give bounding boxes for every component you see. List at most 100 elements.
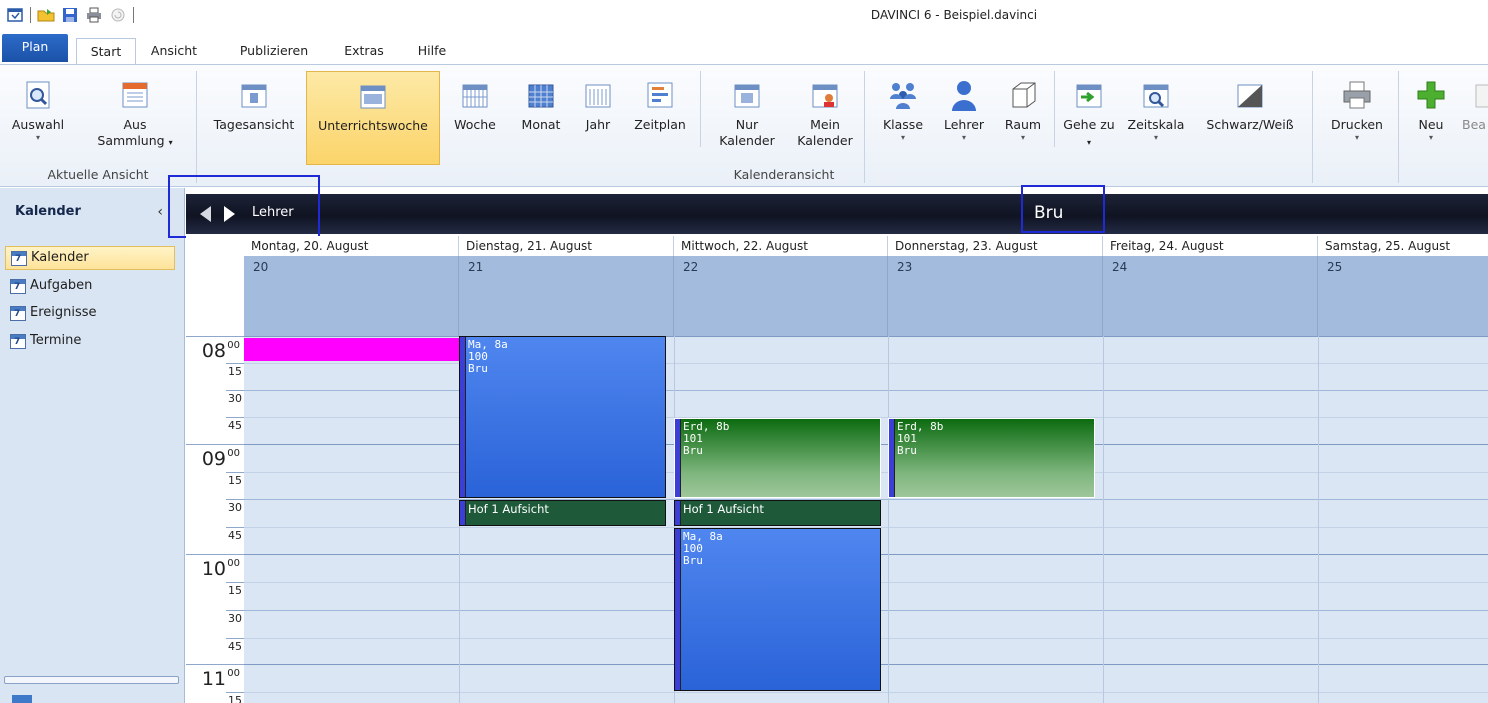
tab-start[interactable]: Start — [76, 38, 136, 64]
nav-item-aufgaben[interactable]: Aufgaben — [5, 274, 175, 298]
quarter-label: 45 — [228, 529, 242, 542]
jahr-button[interactable]: Jahr — [578, 71, 618, 165]
group-label-aktuelle-ansicht: Aktuelle Ansicht — [47, 167, 149, 182]
calendar-only-icon — [734, 84, 760, 108]
aus-sammlung-button[interactable]: Aus Sammlung ▾ — [88, 71, 182, 165]
allday-cell-thursday[interactable]: 23 — [888, 256, 1103, 336]
zeitplan-button[interactable]: Zeitplan — [628, 71, 692, 165]
day-divider — [1318, 336, 1319, 703]
event-stripe — [675, 501, 681, 525]
quarter-label: 30 — [228, 612, 242, 625]
hour-label: 11 00 — [201, 668, 240, 690]
event-block-monday[interactable] — [244, 338, 459, 361]
window-title: DAVINCI 6 - Beispiel.davinci — [870, 8, 1038, 22]
ribbon-tabs: Plan Start Ansicht Publizieren Extras Hi… — [0, 34, 1488, 64]
tagesansicht-button[interactable]: Tagesansicht — [206, 71, 302, 165]
lesson-week-icon — [360, 85, 386, 109]
event-ma-8a-tuesday[interactable]: Ma, 8a 100 Bru — [459, 336, 666, 498]
raum-button[interactable]: Raum ▾ — [996, 71, 1050, 165]
tab-publizieren[interactable]: Publizieren — [232, 38, 316, 64]
quarter-label: 15 — [228, 694, 242, 703]
tab-plan[interactable]: Plan — [2, 34, 68, 62]
allday-cell-monday[interactable]: 20 — [244, 256, 459, 336]
event-stripe — [675, 529, 681, 690]
edit-icon — [1475, 84, 1488, 108]
day-header-thursday[interactable]: Donnerstag, 23. August — [888, 236, 1103, 256]
group-separator — [196, 71, 197, 183]
year-view-icon — [585, 84, 611, 108]
allday-cell-friday[interactable]: 24 — [1103, 256, 1318, 336]
month-view-icon — [528, 84, 554, 108]
day-header-wednesday[interactable]: Mittwoch, 22. August — [674, 236, 888, 256]
hour-label: 08 00 — [201, 340, 240, 362]
grid-line — [244, 390, 1488, 391]
event-erd-8b-thursday[interactable]: Erd, 8b 101 Bru — [888, 418, 1095, 498]
tab-ansicht[interactable]: Ansicht — [142, 38, 206, 64]
grid-line — [244, 363, 1488, 364]
auswahl-button[interactable]: Auswahl ▾ — [8, 71, 68, 165]
hour-divider — [186, 554, 244, 555]
klasse-button[interactable]: Klasse ▾ — [874, 71, 932, 165]
day-header-tuesday[interactable]: Dienstag, 21. August — [459, 236, 674, 256]
hour-divider — [186, 336, 244, 337]
navigator-bar: Lehrer Bru — [186, 194, 1488, 234]
day-header-monday[interactable]: Montag, 20. August — [244, 236, 459, 256]
event-hof-aufsicht-wednesday[interactable]: Hof 1 Aufsicht — [674, 500, 881, 526]
quarter-divider — [226, 610, 244, 611]
quarter-divider — [226, 527, 244, 528]
group-separator — [864, 71, 865, 183]
ribbon: Auswahl ▾ Aus Sammlung ▾ Aktuelle Ansich… — [0, 64, 1488, 187]
quarter-label: 15 — [228, 584, 242, 597]
gehe-zu-button[interactable]: Gehe zu ▾ — [1062, 71, 1116, 165]
quarter-label: 30 — [228, 501, 242, 514]
unterrichtswoche-button[interactable]: Unterrichtswoche — [306, 71, 440, 165]
drucken-button[interactable]: Drucken ▾ — [1322, 71, 1392, 165]
pane-scrollbar[interactable] — [4, 676, 179, 684]
allday-cell-tuesday[interactable]: 21 — [459, 256, 674, 336]
quarter-divider — [226, 692, 244, 693]
event-ma-8a-wednesday[interactable]: Ma, 8a 100 Bru — [674, 528, 881, 691]
nav-item-kalender[interactable]: Kalender — [5, 246, 175, 270]
lehrer-button[interactable]: Lehrer ▾ — [936, 71, 992, 165]
quarter-label: 15 — [228, 474, 242, 487]
quarter-divider — [226, 472, 244, 473]
neu-button[interactable]: Neu ▾ — [1408, 71, 1454, 165]
event-erd-8b-wednesday[interactable]: Erd, 8b 101 Bru — [674, 418, 881, 498]
hour-divider — [186, 664, 244, 665]
day-header-friday[interactable]: Freitag, 24. August — [1103, 236, 1318, 256]
mein-kalender-button[interactable]: Mein Kalender — [792, 71, 858, 165]
tab-extras[interactable]: Extras — [338, 38, 390, 64]
day-divider — [888, 336, 889, 703]
room-cube-icon — [1012, 82, 1036, 108]
printer-icon — [1343, 81, 1371, 109]
hour-divider — [186, 444, 244, 445]
quarter-label: 30 — [228, 392, 242, 405]
time-grid[interactable]: Ma, 8a 100 Bru Erd, 8b 101 Bru Erd, 8b 1… — [244, 336, 1488, 703]
nav-item-termine[interactable]: Termine — [5, 329, 175, 353]
quarter-divider — [226, 363, 244, 364]
event-stripe — [675, 419, 681, 497]
quarter-divider — [226, 638, 244, 639]
tab-hilfe[interactable]: Hilfe — [410, 38, 454, 64]
event-hof-aufsicht-tuesday[interactable]: Hof 1 Aufsicht — [459, 500, 666, 526]
event-stripe — [460, 501, 466, 525]
my-calendar-icon — [812, 84, 838, 108]
week-view-icon — [462, 84, 488, 108]
nur-kalender-button[interactable]: Nur Kalender — [710, 71, 784, 165]
bearbeiten-button[interactable]: Bea — [1460, 71, 1488, 165]
day-divider — [1103, 336, 1104, 703]
allday-cell-saturday[interactable]: 25 — [1318, 256, 1488, 336]
group-label-kalenderansicht: Kalenderansicht — [733, 167, 835, 182]
zeitskala-button[interactable]: Zeitskala ▾ — [1120, 71, 1192, 165]
allday-cell-wednesday[interactable]: 22 — [674, 256, 888, 336]
schwarz-weiss-button[interactable]: Schwarz/Weiß — [1198, 71, 1302, 165]
schedule-icon — [647, 82, 673, 108]
day-header-saturday[interactable]: Samstag, 25. August — [1318, 236, 1488, 256]
teacher-icon — [952, 81, 976, 111]
collapse-pane-button[interactable]: ‹ — [157, 188, 163, 236]
nav-item-ereignisse[interactable]: Ereignisse — [5, 301, 175, 325]
class-group-icon — [890, 83, 916, 109]
resource-navigator: Lehrer Bru — [186, 188, 1488, 234]
monat-button[interactable]: Monat — [514, 71, 568, 165]
woche-button[interactable]: Woche — [448, 71, 502, 165]
